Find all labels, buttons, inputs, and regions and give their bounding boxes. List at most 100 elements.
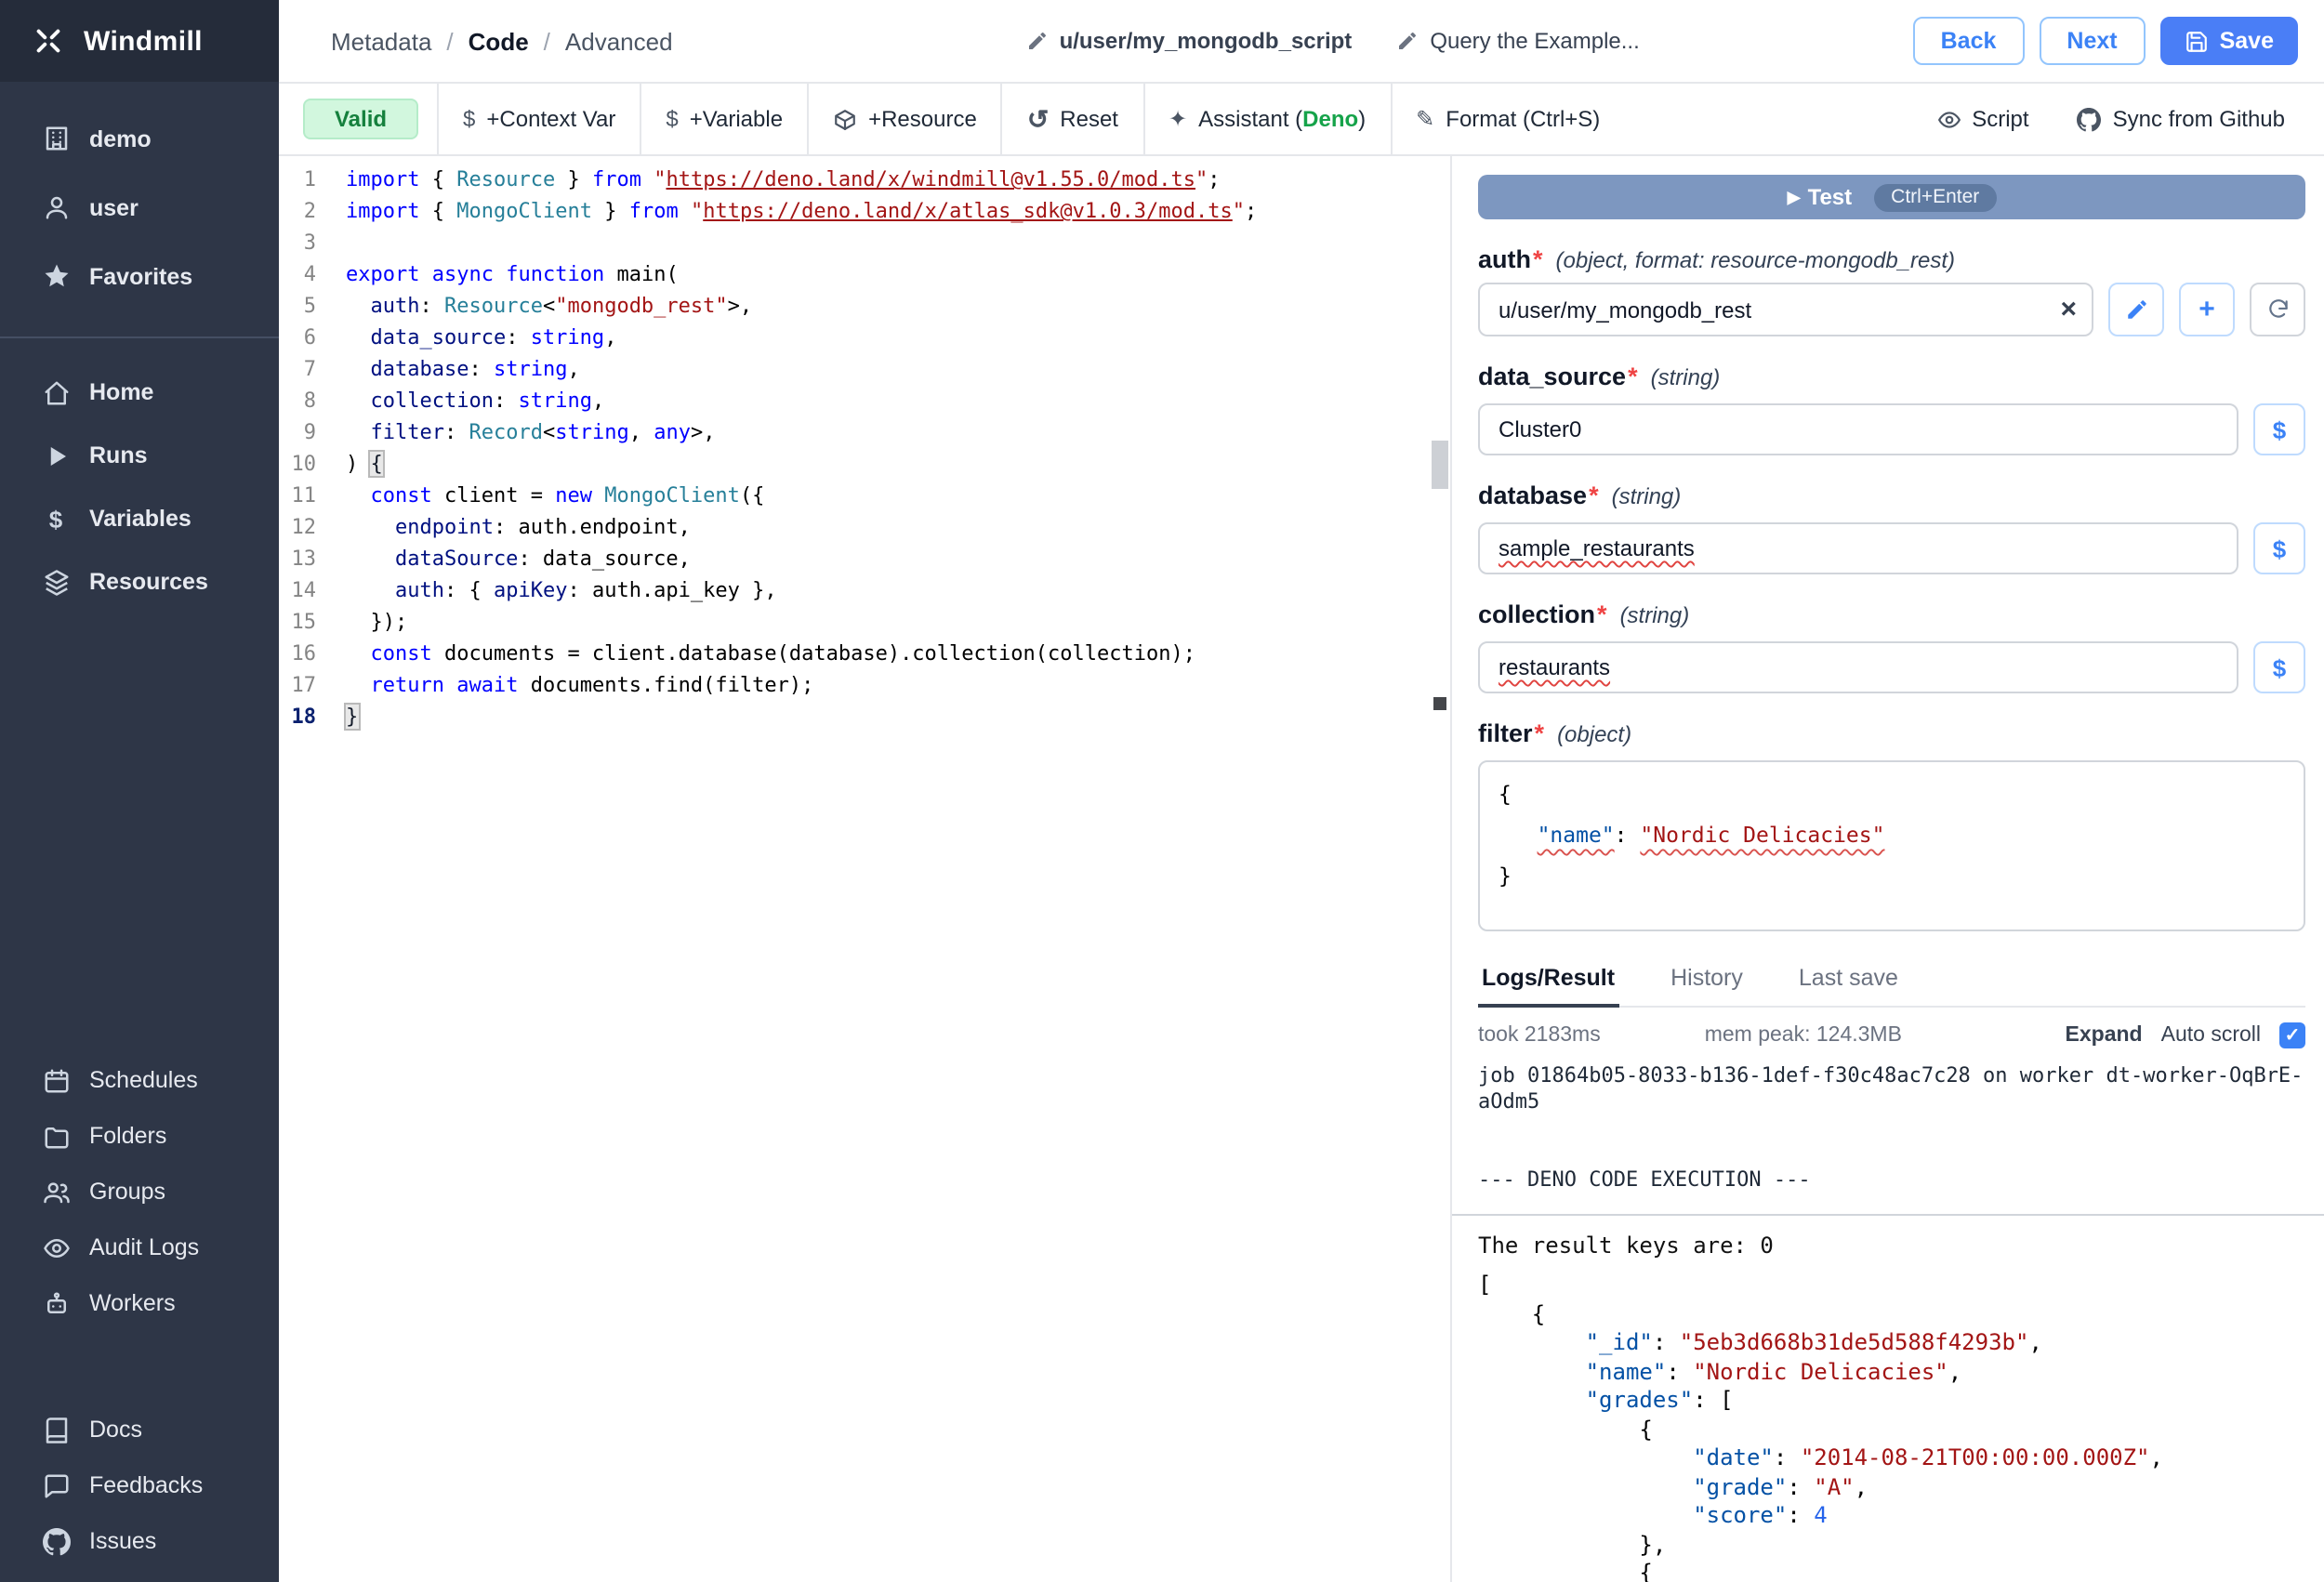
code-editor[interactable]: 1import { Resource } from "https://deno.… (279, 156, 1450, 1582)
save-button[interactable]: Save (2160, 17, 2298, 65)
auto-scroll-label[interactable]: Auto scroll (2161, 1024, 2261, 1047)
code-line[interactable]: 9 filter: Record<string, any>, (279, 416, 1450, 448)
sidebar-item-docs[interactable]: Docs (0, 1402, 279, 1457)
tab-last-save[interactable]: Last save (1795, 957, 1902, 1006)
code-line[interactable]: 12 endpoint: auth.endpoint, (279, 511, 1450, 543)
format-button[interactable]: ✎ Format (Ctrl+S) (1390, 84, 1624, 154)
result-line[interactable]: { (1478, 1560, 2305, 1582)
code-token (1478, 1502, 1693, 1528)
sidebar-item-workspace-demo[interactable]: demo (0, 104, 279, 173)
filter-line[interactable]: "name": "Nordic Delicacies" (1499, 814, 2285, 855)
sidebar-item-groups[interactable]: Groups (0, 1164, 279, 1219)
script-path-button[interactable]: u/user/my_mongodb_script (1026, 28, 1353, 54)
code-line[interactable]: 16 const documents = client.database(dat… (279, 638, 1450, 669)
sidebar-item-variables[interactable]: $ Variables (0, 487, 279, 550)
sidebar-item-home[interactable]: Home (0, 361, 279, 424)
database-input[interactable]: sample_restaurants (1478, 522, 2238, 574)
sidebar-item-folders[interactable]: Folders (0, 1108, 279, 1164)
reset-button[interactable]: ↺ Reset (1001, 84, 1142, 154)
sidebar-item-audit-logs[interactable]: Audit Logs (0, 1219, 279, 1275)
code-line[interactable]: 3 (279, 227, 1450, 258)
code-line[interactable]: 6 data_source: string, (279, 322, 1450, 353)
code-token: apiKey (494, 578, 568, 602)
home-icon (41, 377, 71, 407)
code-line[interactable]: 17 return await documents.find(filter); (279, 669, 1450, 701)
code-line[interactable]: 11 const client = new MongoClient({ (279, 480, 1450, 511)
script-view-button[interactable]: Script (1912, 84, 2053, 154)
add-resource-button[interactable]: + (2179, 283, 2235, 336)
code-line[interactable]: 13 dataSource: data_source, (279, 543, 1450, 574)
result-line[interactable]: "_id": "5eb3d668b31de5d588f4293b", (1478, 1329, 2305, 1358)
code-line[interactable]: 4export async function main( (279, 258, 1450, 290)
code-line[interactable]: 5 auth: Resource<"mongodb_rest">, (279, 290, 1450, 322)
next-button[interactable]: Next (2039, 17, 2145, 65)
code-token: "5eb3d668b31de5d588f4293b" (1680, 1329, 2029, 1355)
result-line[interactable]: "name": "Nordic Delicacies", (1478, 1358, 2305, 1387)
code-line[interactable]: 8 collection: string, (279, 385, 1450, 416)
clear-resource-icon[interactable]: × (2060, 296, 2077, 323)
result-line[interactable]: { (1478, 1300, 2305, 1329)
code-line[interactable]: 14 auth: { apiKey: auth.api_key }, (279, 574, 1450, 606)
result-line[interactable]: }, (1478, 1531, 2305, 1560)
collection-var-picker-button[interactable]: $ (2253, 641, 2305, 693)
workspace-logo[interactable]: Windmill (0, 0, 279, 82)
code-line[interactable]: 1import { Resource } from "https://deno.… (279, 164, 1450, 195)
result-lines: [ { "_id": "5eb3d668b31de5d588f4293b", "… (1478, 1272, 2305, 1582)
test-button[interactable]: ▶ Test Ctrl+Enter (1478, 175, 2305, 219)
code-token: filter (346, 420, 444, 444)
code-line[interactable]: 7 database: string, (279, 353, 1450, 385)
sync-from-github-button[interactable]: Sync from Github (2053, 84, 2309, 154)
code-line[interactable]: 15 }); (279, 606, 1450, 638)
collection-input[interactable]: restaurants (1478, 641, 2238, 693)
result-line[interactable]: "score": 4 (1478, 1502, 2305, 1531)
filter-json-editor[interactable]: { "name": "Nordic Delicacies"} (1478, 760, 2305, 931)
add-resource-toolbar-button[interactable]: +Resource (807, 84, 1001, 154)
sidebar-item-favorites[interactable]: Favorites (0, 242, 279, 310)
script-summary-button[interactable]: Query the Example... (1396, 28, 1639, 54)
tab-code[interactable]: Code (469, 27, 529, 55)
sidebar-item-workers[interactable]: Workers (0, 1275, 279, 1331)
tab-advanced[interactable]: Advanced (565, 27, 673, 55)
overview-ruler-cursor-mark (1433, 697, 1446, 710)
code-line[interactable]: 2import { MongoClient } from "https://de… (279, 195, 1450, 227)
sidebar-item-label: Docs (89, 1417, 142, 1443)
github-icon (41, 1526, 71, 1556)
tab-logs-result[interactable]: Logs/Result (1478, 957, 1618, 1008)
editor-scrollbar[interactable] (1430, 156, 1450, 1582)
tab-history[interactable]: History (1667, 957, 1747, 1006)
refresh-resource-button[interactable] (2250, 283, 2305, 336)
code-line[interactable]: 10) { (279, 448, 1450, 480)
expand-button[interactable]: Expand (2066, 1024, 2143, 1047)
sidebar-item-resources[interactable]: Resources (0, 550, 279, 613)
auth-resource-input[interactable]: u/user/my_mongodb_rest × (1478, 283, 2093, 336)
result-line[interactable]: "grade": "A", (1478, 1473, 2305, 1502)
auto-scroll-checkbox[interactable]: ✓ (2279, 1022, 2305, 1048)
sidebar-item-feedbacks[interactable]: Feedbacks (0, 1457, 279, 1513)
result-line[interactable]: "grades": [ (1478, 1387, 2305, 1416)
line-number: 12 (279, 511, 346, 543)
dollar-icon: $ (2273, 653, 2286, 681)
result-line[interactable]: [ (1478, 1272, 2305, 1300)
back-button[interactable]: Back (1913, 17, 2025, 65)
filter-line[interactable]: } (1499, 855, 2285, 896)
result-line[interactable]: "date": "2014-08-21T00:00:00.000Z", (1478, 1444, 2305, 1473)
code-token (592, 483, 604, 508)
add-context-var-button[interactable]: $ +Context Var (437, 84, 640, 154)
editor-scrollbar-thumb[interactable] (1432, 441, 1448, 489)
tab-metadata[interactable]: Metadata (331, 27, 431, 55)
sidebar-item-schedules[interactable]: Schedules (0, 1052, 279, 1108)
assistant-button[interactable]: ✦ Assistant (Deno) (1142, 84, 1390, 154)
result-line[interactable]: { (1478, 1416, 2305, 1444)
data-source-var-picker-button[interactable]: $ (2253, 403, 2305, 455)
add-variable-button[interactable]: $ +Variable (640, 84, 807, 154)
code-token: : (469, 357, 494, 381)
data-source-input[interactable]: Cluster0 (1478, 403, 2238, 455)
sidebar-item-runs[interactable]: Runs (0, 424, 279, 487)
code-line[interactable]: 18} (279, 701, 1450, 732)
sidebar-item-issues[interactable]: Issues (0, 1513, 279, 1569)
auth-field-type: (object, format: resource-mongodb_rest) (1556, 247, 1956, 273)
filter-line[interactable]: { (1499, 773, 2285, 814)
sidebar-item-user[interactable]: user (0, 173, 279, 242)
database-var-picker-button[interactable]: $ (2253, 522, 2305, 574)
edit-resource-button[interactable] (2108, 283, 2164, 336)
